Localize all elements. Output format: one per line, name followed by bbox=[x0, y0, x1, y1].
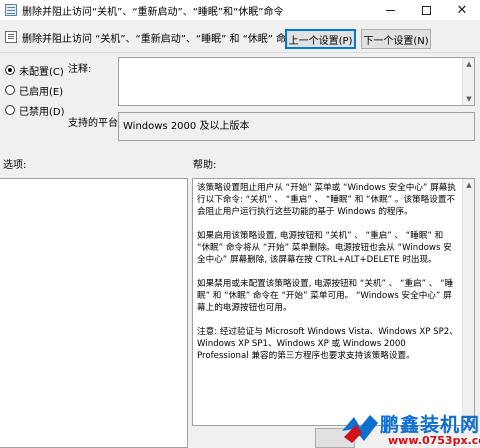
help-paragraph: 该策略设置阻止用户从 “开始” 菜单或 “Windows 安全中心” 屏幕执行以… bbox=[197, 183, 456, 217]
radio-button[interactable] bbox=[5, 65, 15, 75]
scroll-up-icon[interactable]: ▲ bbox=[463, 58, 475, 70]
minimize-button[interactable] bbox=[372, 0, 408, 20]
help-label: 帮助: bbox=[193, 160, 217, 171]
radio-label: 已禁用(D) bbox=[19, 106, 65, 118]
next-setting-button[interactable]: 下一个设置(N) bbox=[361, 29, 431, 49]
help-paragraph: 如果启用该策略设置, 电源按钮和 “关机” 、 “重启” 、 “睡眠” 和 “休… bbox=[197, 231, 452, 265]
comment-label: 注释: bbox=[68, 64, 92, 75]
minimize-icon bbox=[385, 9, 395, 11]
radio-button[interactable] bbox=[5, 85, 15, 95]
header-divider bbox=[0, 52, 480, 53]
state-radio-group: 未配置(C) 已启用(E) 已禁用(D) bbox=[5, 60, 65, 120]
supported-platforms-value: Windows 2000 及以上版本 bbox=[123, 121, 250, 132]
watermark-logo-icon bbox=[342, 415, 378, 443]
watermark-url: www.0753px.com bbox=[388, 434, 480, 447]
previous-setting-button[interactable]: 上一个设置(P) bbox=[285, 29, 356, 49]
comment-textarea[interactable]: ▲ ▼ bbox=[118, 57, 475, 106]
supported-label: 支持的平台: bbox=[68, 118, 122, 129]
scroll-down-icon[interactable]: ▼ bbox=[463, 93, 475, 105]
maximize-button[interactable] bbox=[408, 0, 444, 20]
options-pane bbox=[0, 178, 188, 448]
radio-enabled[interactable]: 已启用(E) bbox=[5, 80, 65, 100]
policy-name: 删除并阻止访问 “关机”、“重新启动”、“睡眠” 和 “休眠” 命令 bbox=[22, 33, 297, 45]
window-title: 删除并阻止访问“关机”、“重新启动”、“睡眠”和“休眠”命令 bbox=[22, 6, 284, 18]
help-pane: 该策略设置阻止用户从 “开始” 菜单或 “Windows 安全中心” 屏幕执行以… bbox=[192, 178, 475, 426]
title-bar: 删除并阻止访问“关机”、“重新启动”、“睡眠”和“休眠”命令 ✕ bbox=[0, 0, 480, 20]
site-watermark: 鹏鑫装机网 www.0753px.com bbox=[340, 405, 480, 448]
scroll-up-icon[interactable]: ▲ bbox=[463, 179, 474, 191]
policy-window-icon bbox=[5, 4, 17, 16]
maximize-icon bbox=[421, 5, 431, 15]
help-scrollbar[interactable]: ▲ ▼ bbox=[462, 179, 474, 425]
radio-button[interactable] bbox=[5, 105, 15, 115]
radio-label: 已启用(E) bbox=[19, 86, 64, 98]
watermark-title: 鹏鑫装机网 bbox=[380, 414, 480, 436]
radio-label: 未配置(C) bbox=[19, 66, 64, 78]
options-label: 选项: bbox=[3, 160, 27, 171]
close-icon: ✕ bbox=[456, 2, 468, 18]
radio-disabled[interactable]: 已禁用(D) bbox=[5, 100, 65, 120]
window-controls: ✕ bbox=[372, 0, 480, 20]
supported-platforms-box: Windows 2000 及以上版本 bbox=[118, 112, 475, 141]
help-paragraph: 注意: 经过验证与 Microsoft Windows Vista、Window… bbox=[197, 327, 458, 361]
policy-setting-icon bbox=[5, 31, 17, 43]
close-button[interactable]: ✕ bbox=[444, 0, 480, 20]
radio-not-configured[interactable]: 未配置(C) bbox=[5, 60, 65, 80]
help-paragraph: 如果禁用或未配置该策略设置, 电源按钮和 “关机” 、 “重启” 、 “睡眠” … bbox=[197, 279, 454, 313]
comment-scrollbar[interactable]: ▲ ▼ bbox=[462, 58, 474, 105]
